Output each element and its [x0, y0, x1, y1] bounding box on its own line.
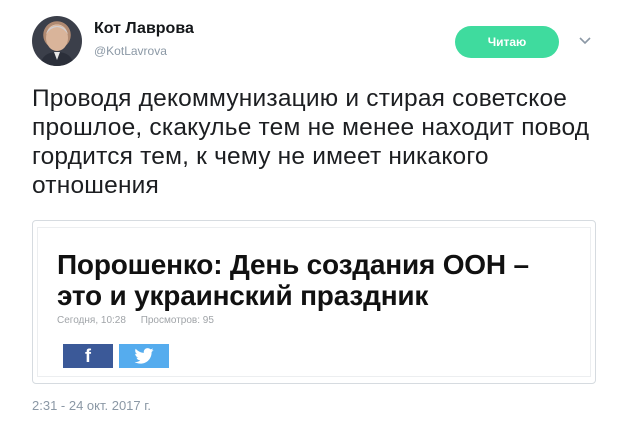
chevron-down-icon[interactable] — [578, 34, 592, 48]
facebook-icon: f — [85, 345, 91, 366]
avatar[interactable] — [32, 16, 82, 66]
card-views: Просмотров: 95 — [140, 315, 214, 326]
tweet-text: Проводя декоммунизацию и стирая советско… — [32, 85, 590, 199]
facebook-share-button[interactable]: f — [63, 344, 113, 368]
card-title[interactable]: Порошенко: День создания ООН – это и укр… — [57, 249, 577, 311]
tweet-timestamp[interactable]: 2:31 - 24 окт. 2017 г. — [32, 398, 151, 413]
twitter-share-button[interactable] — [119, 344, 169, 368]
card-meta: Сегодня, 10:28 Просмотров: 95 — [57, 315, 226, 326]
link-card[interactable]: Порошенко: День создания ООН – это и укр… — [32, 220, 596, 384]
twitter-bird-icon — [134, 348, 154, 364]
card-date: Сегодня, 10:28 — [57, 315, 126, 326]
user-name[interactable]: Кот Лаврова — [94, 20, 194, 38]
avatar-image — [40, 25, 74, 66]
user-handle[interactable]: @KotLavrova — [94, 44, 167, 58]
following-button[interactable]: Читаю — [455, 26, 559, 58]
